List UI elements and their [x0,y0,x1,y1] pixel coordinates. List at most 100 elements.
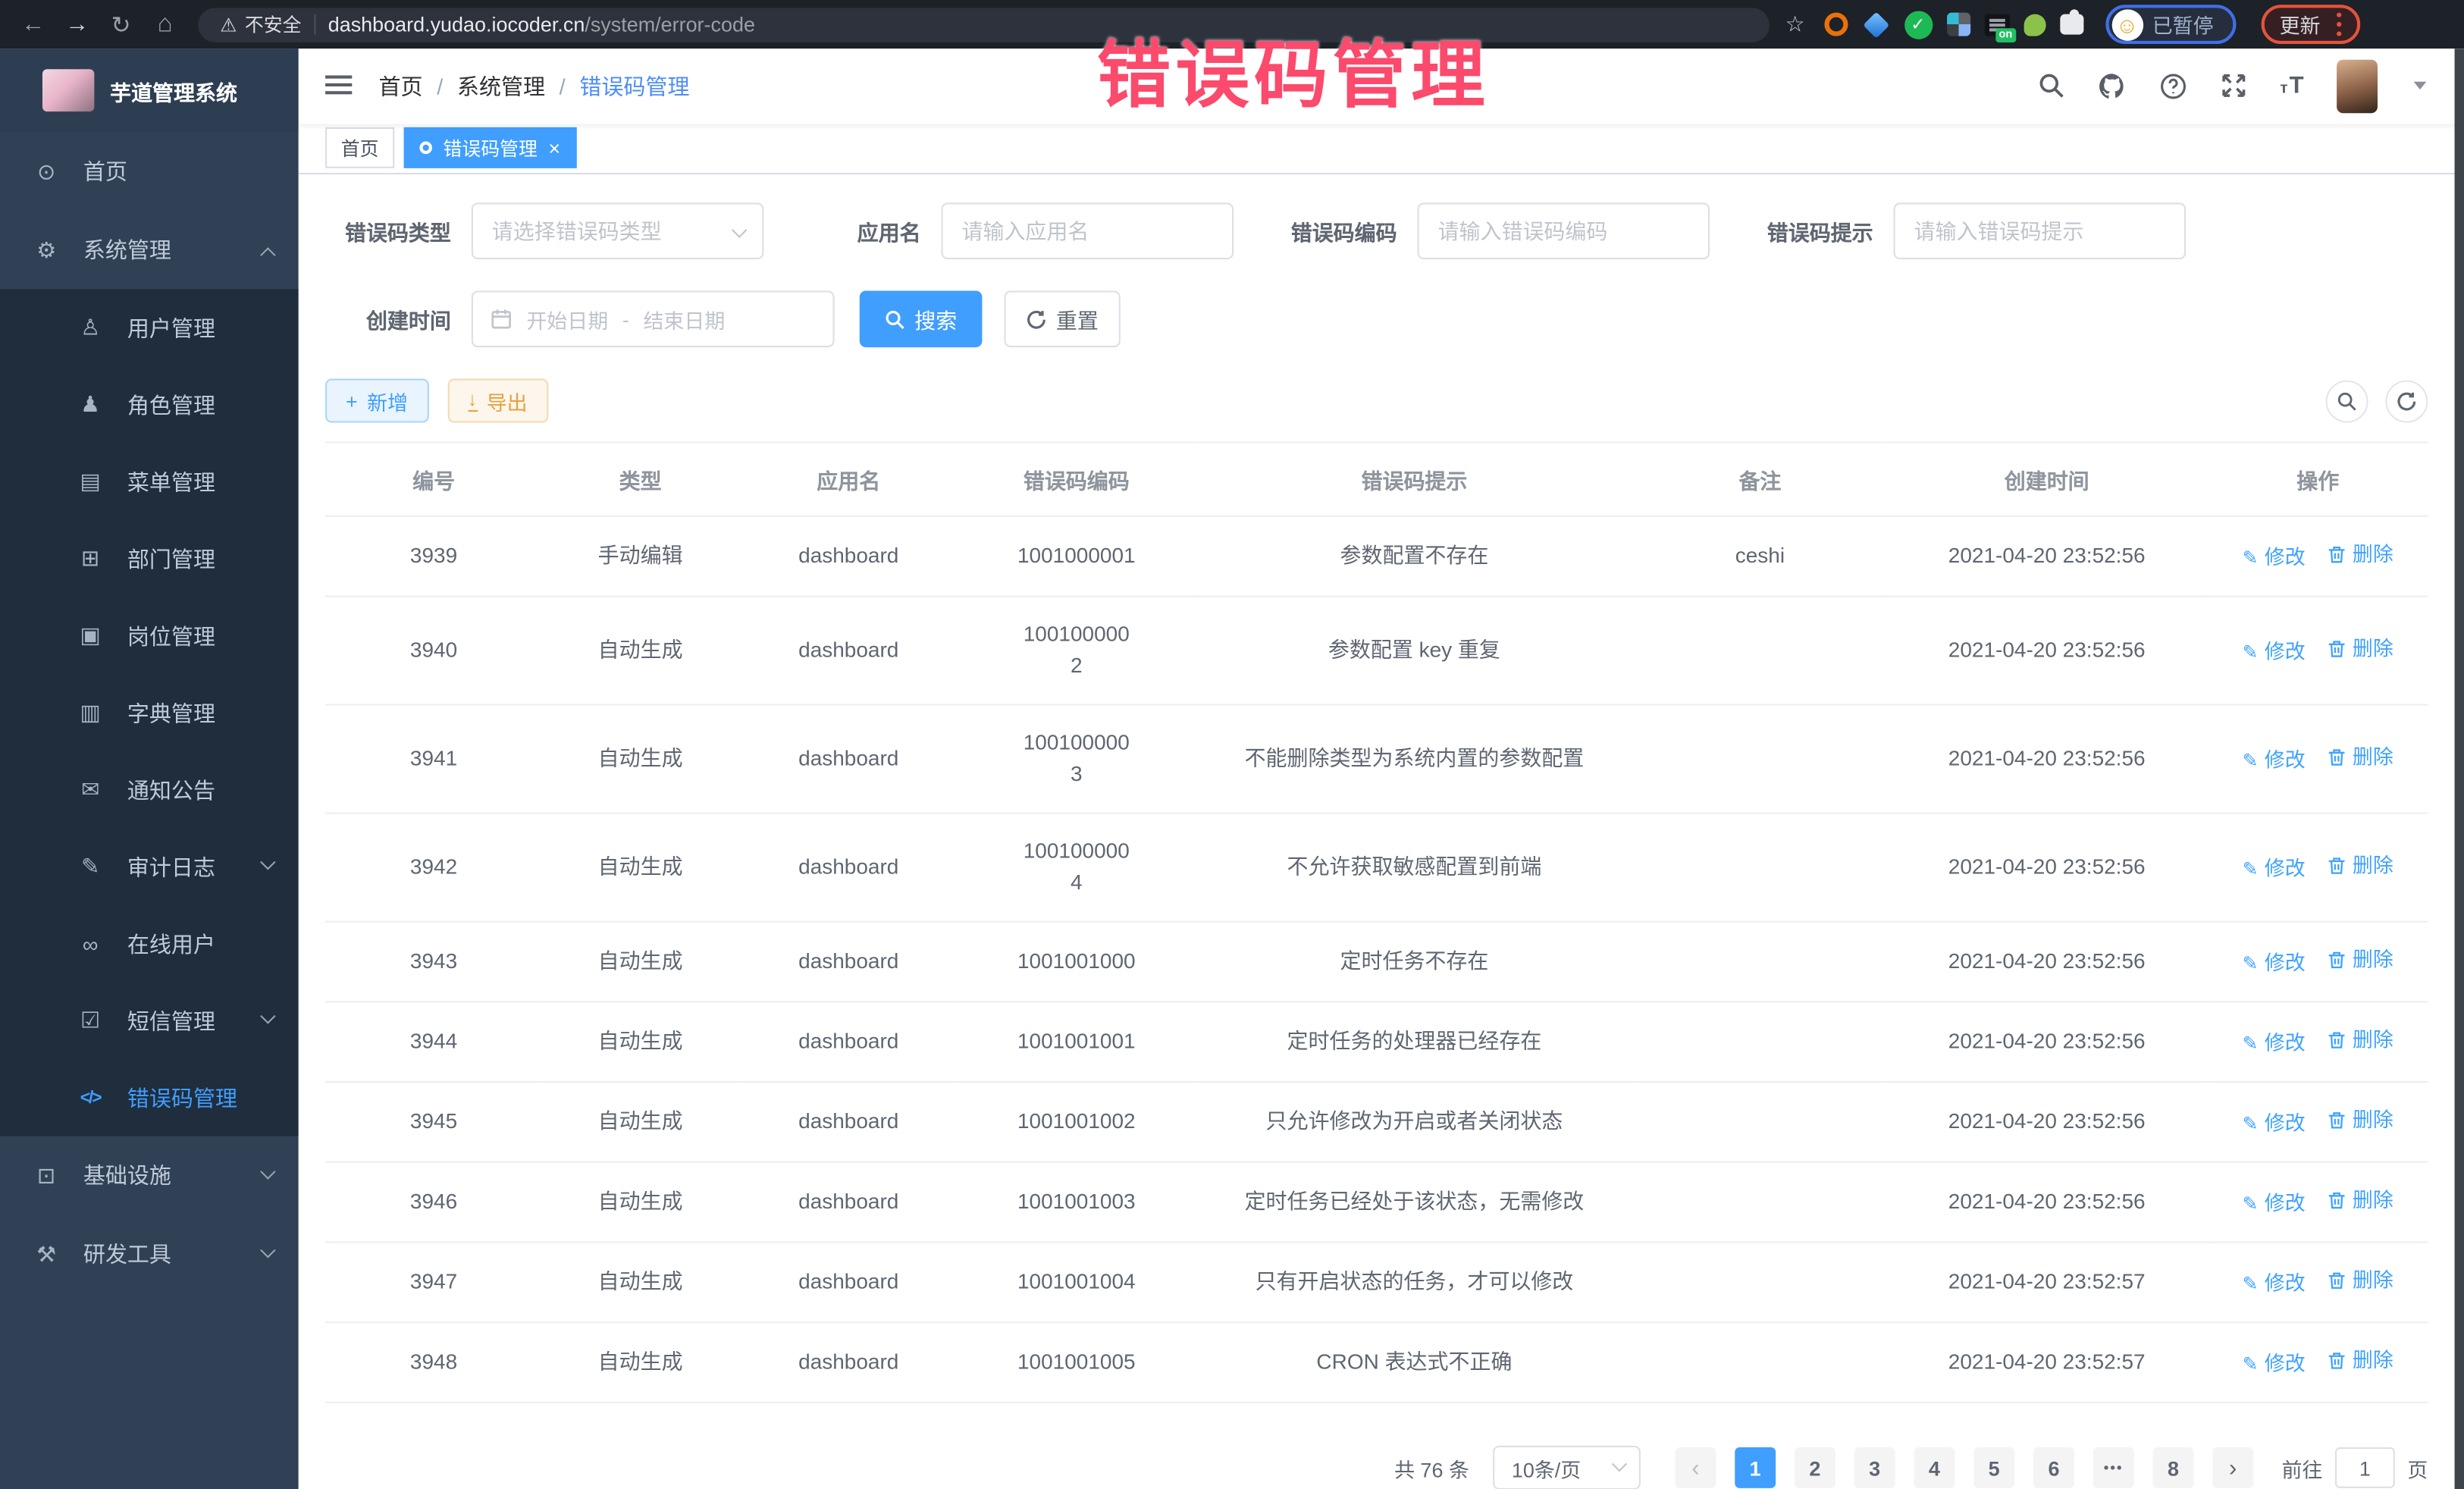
delete-link[interactable]: 删除 [2328,1185,2393,1216]
delete-link[interactable]: 删除 [2328,1265,2393,1296]
github-icon[interactable] [2098,72,2126,100]
export-button[interactable]: ↓ 导出 [447,379,548,423]
edit-link[interactable]: ✎修改 [2243,948,2306,979]
sidebar-item-users[interactable]: ♙ 用户管理 [0,289,299,366]
page-button-4[interactable]: 4 [1914,1447,1955,1488]
page-button-2[interactable]: 2 [1795,1447,1835,1488]
back-icon[interactable]: ← [13,4,54,45]
page-button-5[interactable]: 5 [1973,1447,2014,1488]
bookmark-star-icon[interactable]: ☆ [1785,11,1805,38]
delete-link[interactable]: 删除 [2328,1345,2393,1376]
extension-list-icon[interactable]: on [1984,14,2009,36]
address-bar[interactable]: ⚠不安全 dashboard.yudao.iocoder.cn/system/e… [198,7,1770,42]
edit-link[interactable]: ✎修改 [2243,1108,2306,1139]
sidebar-item-home[interactable]: ⊙ 首页 [0,132,299,211]
extension-orange-icon[interactable] [1823,13,1847,36]
tab-error-code[interactable]: 错误码管理 × [404,128,576,169]
page-size-select[interactable]: 10条/页 [1493,1446,1641,1489]
delete-link[interactable]: 删除 [2328,1105,2393,1136]
prev-page-button[interactable]: ‹ [1675,1447,1716,1488]
edit-link[interactable]: ✎修改 [2243,1348,2306,1379]
sidebar-item-menus[interactable]: ▤ 菜单管理 [0,444,299,521]
sidebar-item-roles[interactable]: ♟ 角色管理 [0,366,299,444]
app-logo[interactable]: 芋道管理系统 [0,49,299,132]
search-button[interactable]: 搜索 [860,290,983,347]
edit-link[interactable]: ✎修改 [2243,542,2306,573]
page-button-6[interactable]: 6 [2033,1447,2074,1488]
delete-link[interactable]: 删除 [2328,741,2393,773]
sidebar-item-notice[interactable]: ✉ 通知公告 [0,751,299,829]
error-type-input[interactable] [492,219,718,243]
sidebar-item-dev-tools[interactable]: ⚒ 研发工具 [0,1215,299,1293]
page-button-8[interactable]: 8 [2153,1447,2194,1488]
home-icon[interactable]: ⌂ [145,4,186,45]
forward-icon[interactable]: → [57,4,98,45]
table-row: 3939手动编辑 dashboard1001000001 参数配置不存在cesh… [325,516,2428,597]
sidebar-item-system[interactable]: ⚙ 系统管理 [0,211,299,290]
extension-gem-icon[interactable] [1861,10,1889,38]
avatar[interactable] [2337,59,2378,112]
page-button-3[interactable]: 3 [1854,1447,1895,1488]
delete-link[interactable]: 删除 [2328,539,2393,570]
end-date-placeholder[interactable]: 结束日期 [643,304,725,334]
edit-link[interactable]: ✎修改 [2243,1028,2306,1059]
next-page-button[interactable]: › [2212,1447,2253,1488]
refresh-table-button[interactable] [2385,380,2428,422]
tab-home[interactable]: 首页 [325,128,394,169]
breadcrumb-system[interactable]: 系统管理 [457,71,545,102]
error-code-label: 错误码编码 [1271,215,1397,246]
extension-grid-icon[interactable] [1946,13,1970,36]
error-type-select[interactable] [472,202,764,259]
extension-v-icon[interactable]: ✓ [1904,10,1932,38]
app-name-field[interactable] [942,202,1234,259]
reload-icon[interactable]: ↻ [101,4,142,45]
sidebar-item-online-users[interactable]: ∞ 在线用户 [0,905,299,983]
goto-page-input[interactable] [2335,1447,2395,1488]
sidebar-item-sms[interactable]: ☑ 短信管理 [0,982,299,1059]
more-pages-button[interactable]: ••• [2093,1447,2134,1488]
help-icon[interactable] [2159,72,2187,100]
sidebar-collapse-icon[interactable] [325,76,352,96]
app-name-input[interactable] [961,219,1187,243]
sidebar-item-departments[interactable]: ⊞ 部门管理 [0,520,299,597]
browser-scrollbar[interactable] [2455,49,2464,1489]
edit-link[interactable]: ✎修改 [2243,1188,2306,1219]
extensions-puzzle-icon[interactable] [2059,14,2083,35]
sidebar-item-dictionary[interactable]: ▥ 字典管理 [0,674,299,751]
page-button-1[interactable]: 1 [1735,1447,1776,1488]
edit-link[interactable]: ✎修改 [2243,853,2306,884]
sidebar-item-posts[interactable]: ▣ 岗位管理 [0,597,299,675]
breadcrumb-home[interactable]: 首页 [379,71,423,102]
fullscreen-icon[interactable] [2221,73,2247,99]
close-tab-icon[interactable]: × [548,138,560,158]
extension-spy-icon[interactable] [2024,14,2045,36]
sidebar-item-audit-log[interactable]: ✎ 审计日志 [0,828,299,905]
add-button[interactable]: + 新增 [325,379,428,423]
show-search-toggle-button[interactable] [2326,380,2368,422]
edit-link[interactable]: ✎修改 [2243,1268,2306,1299]
edit-icon: ✎ [2243,1028,2259,1059]
profile-paused-chip[interactable]: ☺ 已暂停 [2105,5,2236,44]
create-time-range-picker[interactable]: 开始日期 - 结束日期 [472,290,835,347]
avatar-caret-icon[interactable] [2414,82,2427,89]
browser-update-button[interactable]: 更新 [2261,5,2360,44]
reset-button[interactable]: 重置 [1004,290,1120,347]
delete-link[interactable]: 删除 [2328,945,2393,976]
sidebar-item-infrastructure[interactable]: ⊡ 基础设施 [0,1136,299,1215]
delete-link[interactable]: 删除 [2328,1024,2393,1055]
search-icon[interactable] [2038,73,2064,99]
edit-icon: ✎ [2243,948,2259,979]
error-hint-field[interactable] [1894,202,2187,259]
kebab-menu-icon[interactable] [2336,22,2340,27]
edit-link[interactable]: ✎修改 [2243,744,2306,776]
start-date-placeholder[interactable]: 开始日期 [526,304,608,334]
delete-link[interactable]: 删除 [2328,633,2393,664]
error-hint-input[interactable] [1914,219,2140,243]
error-code-input[interactable] [1438,219,1664,243]
sidebar-item-error-code[interactable]: </> 错误码管理 [0,1059,299,1136]
error-code-field[interactable] [1418,202,1710,259]
not-secure-warning[interactable]: ⚠不安全 [220,11,301,38]
font-size-icon[interactable]: тT [2280,74,2303,98]
delete-link[interactable]: 删除 [2328,850,2393,881]
edit-link[interactable]: ✎修改 [2243,636,2306,667]
